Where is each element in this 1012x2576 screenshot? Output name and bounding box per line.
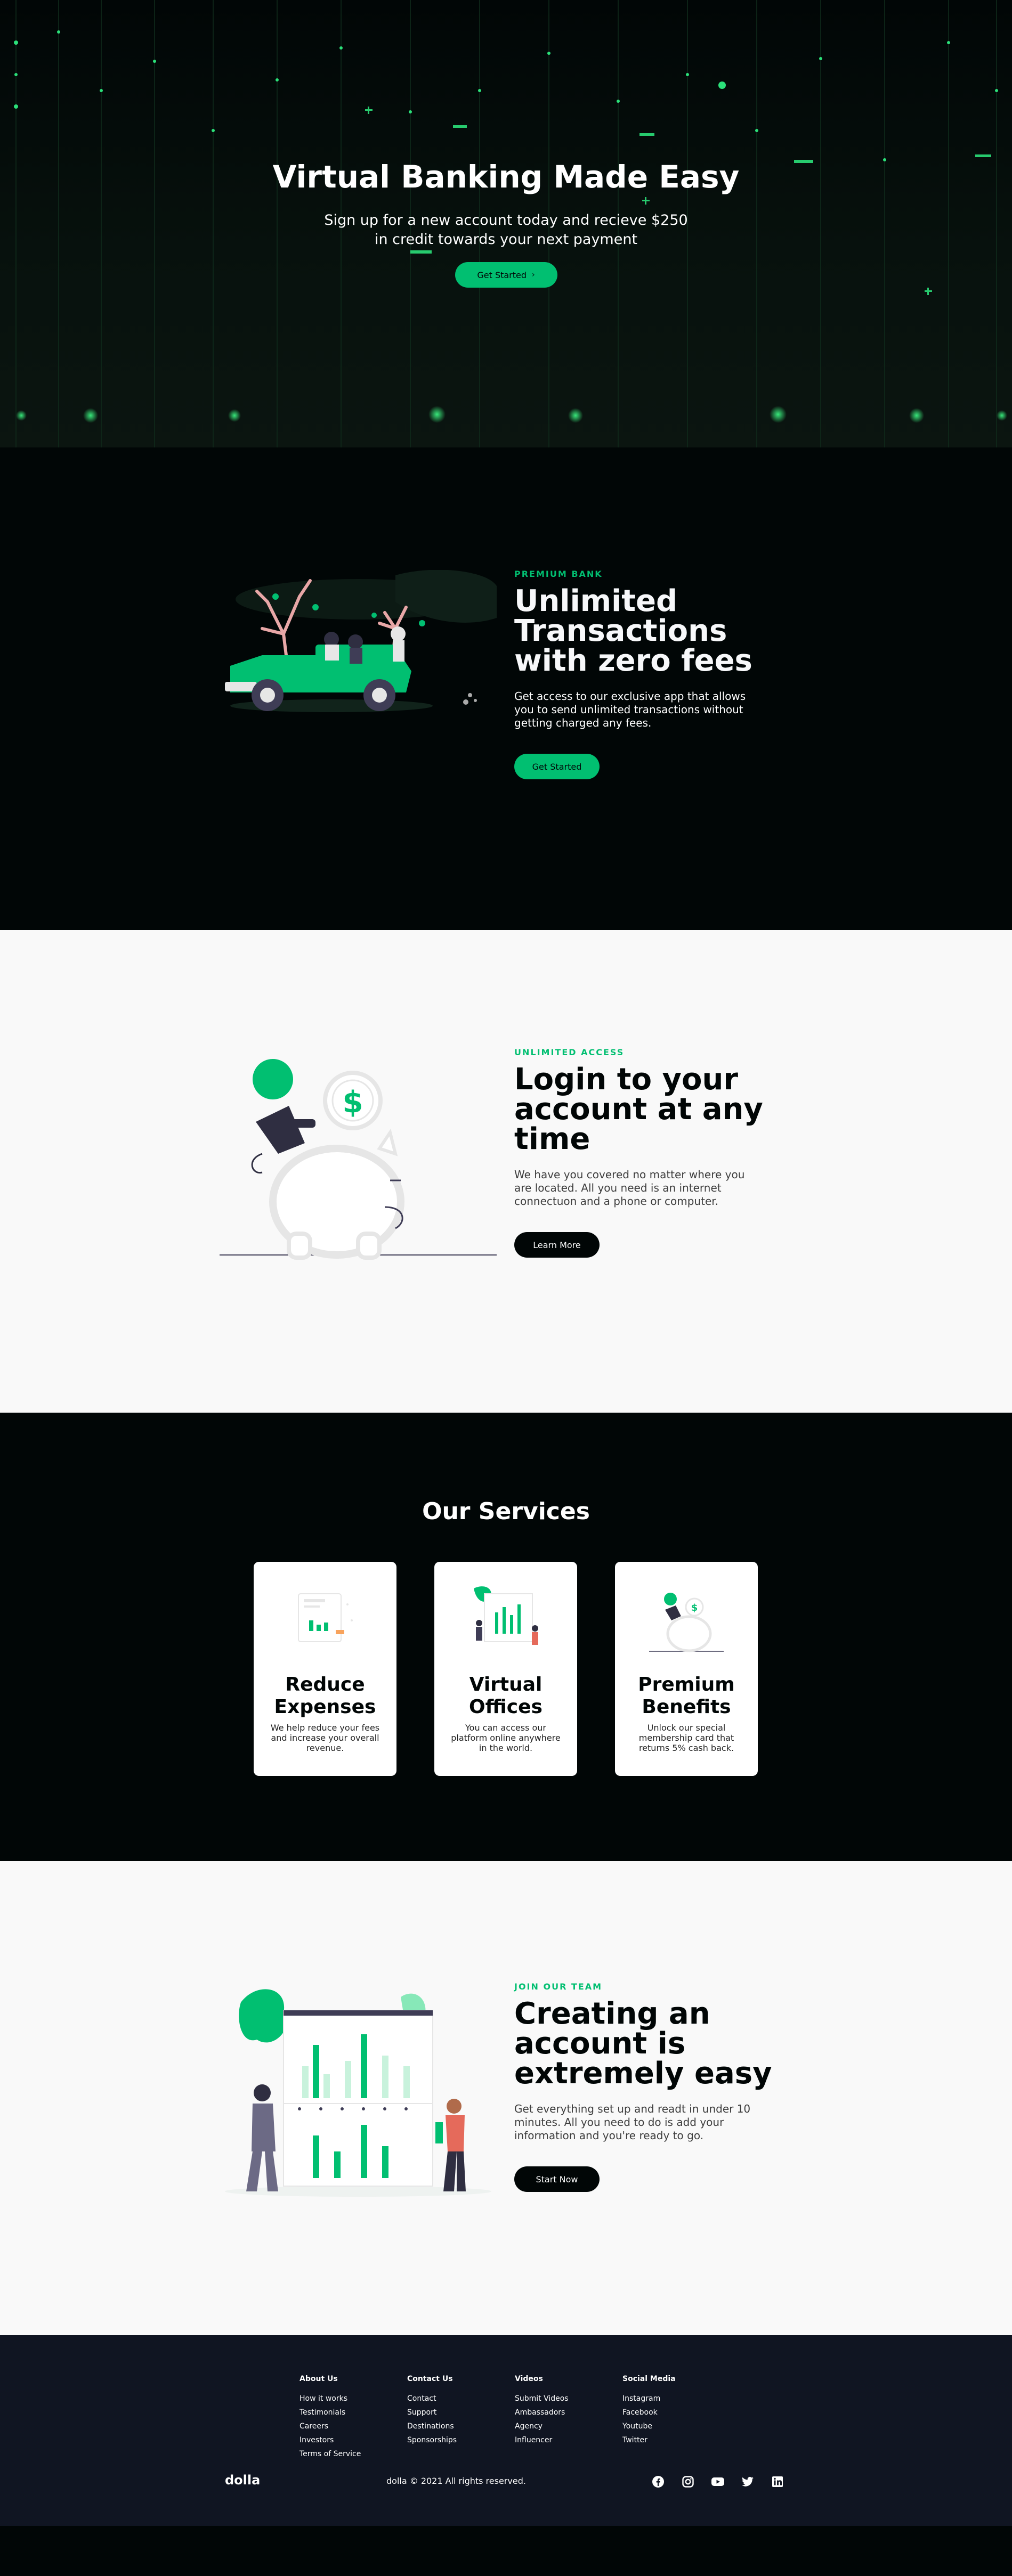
hero-content: Virtual Banking Made Easy Sign up for a …	[0, 159, 1012, 288]
section-topline: Join our Team	[514, 1982, 603, 1992]
footer-link[interactable]: Facebook	[622, 2406, 718, 2419]
services-section: Our Services Reduce Expenses We help red…	[0, 1413, 1012, 1861]
footer-link[interactable]: Influencer	[515, 2433, 611, 2447]
reduce-expenses-illustration	[298, 1593, 353, 1642]
service-card-reduce-expenses[interactable]: Reduce Expenses We help reduce your fees…	[254, 1562, 396, 1776]
hero-get-started-button[interactable]: Get Started ›	[455, 262, 557, 288]
footer-link[interactable]: Contact	[407, 2392, 503, 2406]
svg-text:$: $	[691, 1602, 698, 1613]
section-topline: Premium Bank	[514, 569, 603, 579]
footer-logo[interactable]: dolla	[225, 2473, 260, 2488]
services-title: Our Services	[422, 1498, 590, 1525]
card-title: Virtual Offices	[469, 1674, 543, 1718]
hero-title: Virtual Banking Made Easy	[272, 159, 740, 195]
social-icons	[651, 2475, 784, 2489]
premium-bank-section: Premium Bank Unlimited Transactions with…	[0, 447, 1012, 930]
section-heading: Login to your account at any time	[514, 1062, 763, 1156]
footer-column-videos: Videos Submit Videos Ambassadors Agency …	[515, 2375, 611, 2447]
join-team-section: Join our Team Creating an account is ext…	[0, 1861, 1012, 2335]
svg-text:$: $	[343, 1085, 363, 1120]
footer-link[interactable]: How it works	[299, 2392, 395, 2406]
hero-section: Virtual Banking Made Easy Sign up for a …	[0, 0, 1012, 447]
service-card-virtual-offices[interactable]: Virtual Offices You can access our platf…	[434, 1562, 577, 1776]
footer-link[interactable]: Terms of Service	[299, 2447, 395, 2461]
card-title: Reduce Expenses	[274, 1674, 376, 1718]
youtube-icon[interactable]	[711, 2475, 725, 2489]
section-heading: Unlimited Transactions with zero fees	[514, 584, 752, 678]
footer-link[interactable]: Support	[407, 2406, 503, 2419]
get-started-button[interactable]: Get Started	[514, 754, 600, 779]
section-description: We have you covered no matter where you …	[514, 1168, 745, 1208]
footer-column-title: Social Media	[622, 2375, 676, 2383]
facebook-icon[interactable]	[651, 2475, 665, 2489]
footer-link[interactable]: Agency	[515, 2419, 611, 2433]
footer-rights: dolla © 2021 All rights reserved.	[386, 2476, 526, 2486]
start-now-button[interactable]: Start Now	[514, 2166, 600, 2192]
section-topline: Unlimited Access	[514, 1047, 625, 1057]
card-description: Unlock our special membership card that …	[638, 1723, 734, 1753]
hero-button-label: Get Started	[477, 270, 527, 280]
footer-link[interactable]: Submit Videos	[515, 2392, 611, 2406]
footer-link[interactable]: Testimonials	[299, 2406, 395, 2419]
join-team-text: Join our Team Creating an account is ext…	[514, 1982, 791, 2192]
section-heading: Creating an account is extremely easy	[514, 1996, 772, 2091]
virtual-offices-illustration	[474, 1586, 538, 1645]
hero-subtitle-line2: in credit towards your next payment	[374, 231, 638, 248]
footer-link[interactable]: Careers	[299, 2419, 395, 2433]
unlimited-access-section: $ Unlimited Access Login to your account…	[0, 930, 1012, 1413]
twitter-icon[interactable]	[741, 2475, 755, 2489]
hero-subtitle-line1: Sign up for a new account today and reci…	[324, 212, 688, 229]
learn-more-button[interactable]: Learn More	[514, 1232, 600, 1258]
footer-link[interactable]: Youtube	[622, 2419, 718, 2433]
footer-column-social-media: Social Media Instagram Facebook Youtube …	[622, 2375, 718, 2447]
footer-column-about-us: About Us How it works Testimonials Caree…	[299, 2375, 395, 2461]
card-description: We help reduce your fees and increase yo…	[270, 1723, 380, 1753]
footer-column-title: Contact Us	[407, 2375, 453, 2383]
chevron-right-icon: ›	[532, 271, 535, 279]
card-title: Premium Benefits	[638, 1674, 735, 1718]
service-card-premium-benefits[interactable]: $ Premium Benefits Unlock our special me…	[615, 1562, 758, 1776]
footer-link[interactable]: Destinations	[407, 2419, 503, 2433]
footer: About Us How it works Testimonials Caree…	[0, 2335, 1012, 2526]
footer-link[interactable]: Sponsorships	[407, 2433, 503, 2447]
footer-link[interactable]: Instagram	[622, 2392, 718, 2406]
footer-link[interactable]: Twitter	[622, 2433, 718, 2447]
instagram-icon[interactable]	[681, 2475, 695, 2489]
hero-subtitle: Sign up for a new account today and reci…	[0, 211, 1012, 249]
footer-column-title: Videos	[515, 2375, 543, 2383]
section-description: Get access to our exclusive app that all…	[514, 690, 746, 729]
premium-benefits-illustration: $	[649, 1593, 724, 1652]
card-description: You can access our platform online anywh…	[451, 1723, 561, 1753]
unlimited-access-text: Unlimited Access Login to your account a…	[514, 1047, 791, 1258]
premium-bank-text: Premium Bank Unlimited Transactions with…	[514, 569, 791, 779]
linkedin-icon[interactable]	[771, 2475, 784, 2489]
footer-column-title: About Us	[299, 2375, 338, 2383]
section-description: Get everything set up and readt in under…	[514, 2102, 751, 2142]
footer-column-contact-us: Contact Us Contact Support Destinations …	[407, 2375, 503, 2447]
footer-link[interactable]: Investors	[299, 2433, 395, 2447]
car-illustration	[225, 570, 497, 712]
footer-link[interactable]: Ambassadors	[515, 2406, 611, 2419]
team-chart-illustration	[225, 1989, 491, 2197]
piggy-bank-illustration: $	[220, 1059, 497, 1260]
